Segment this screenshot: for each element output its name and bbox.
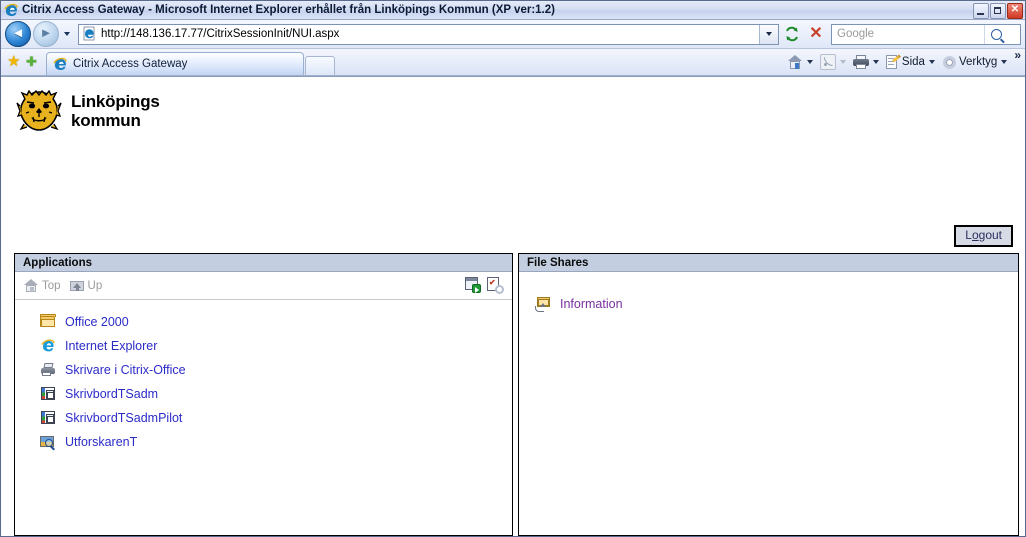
list-item[interactable]: Internet Explorer <box>15 334 512 358</box>
page-viewport: Linköpings kommun Logout Applications To… <box>1 76 1025 536</box>
window-title: Citrix Access Gateway - Microsoft Intern… <box>22 3 555 16</box>
list-item[interactable]: UtforskarenT <box>15 430 512 454</box>
explorer-icon <box>40 434 57 450</box>
application-label[interactable]: Internet Explorer <box>65 339 157 353</box>
logo-text: Linköpings kommun <box>71 92 160 130</box>
application-label[interactable]: SkrivbordTSadmPilot <box>65 411 182 425</box>
citrix-page: Linköpings kommun Logout Applications To… <box>1 77 1025 536</box>
logo-line-2: kommun <box>71 111 141 130</box>
maximize-button[interactable] <box>990 3 1006 19</box>
navigation-bar: ◄ ► http://148.136.17.77/CitrixSessionIn… <box>1 20 1025 271</box>
printer-icon <box>40 362 57 378</box>
logout-button[interactable]: Logout <box>954 225 1013 247</box>
refresh-icon <box>786 26 798 42</box>
home-button[interactable] <box>785 51 817 73</box>
history-dropdown-icon[interactable] <box>61 22 73 46</box>
add-to-favorites-icon[interactable]: ✚ <box>26 55 40 69</box>
lion-head-icon <box>16 89 62 132</box>
applications-actions: ✔ <box>465 277 504 294</box>
desktop-window-icon <box>40 386 57 402</box>
file-shares-list: Information <box>519 272 1018 535</box>
ie-page-icon <box>82 26 98 42</box>
search-input[interactable]: Google <box>832 28 984 40</box>
list-item[interactable]: Information <box>519 292 1018 316</box>
home-icon <box>787 54 803 70</box>
folder-up-grey-icon <box>69 279 85 293</box>
logout-label: Logout <box>965 228 1002 242</box>
search-provider-dropdown[interactable] <box>510 25 1020 271</box>
application-label[interactable]: UtforskarenT <box>65 435 137 449</box>
desktop-window-icon <box>40 410 57 426</box>
logout-row: Logout <box>2 225 1025 251</box>
refresh-button[interactable] <box>781 23 803 45</box>
search-box[interactable]: Google <box>510 23 1021 271</box>
rss-icon <box>819 54 836 70</box>
feeds-button[interactable] <box>818 51 850 73</box>
list-item[interactable]: SkrivbordTSadmPilot <box>15 406 512 430</box>
folder-icon <box>40 314 57 330</box>
address-bar[interactable]: http://148.136.17.77/CitrixSessionInit/N… <box>78 23 779 45</box>
address-dropdown-icon[interactable] <box>759 24 778 44</box>
page-menu-label: Sida <box>901 56 925 68</box>
tools-menu-label: Verktyg <box>958 56 998 68</box>
site-logo: Linköpings kommun <box>2 77 1025 131</box>
shared-folder-icon <box>535 296 552 312</box>
forward-button[interactable]: ► <box>33 21 59 47</box>
close-button[interactable]: ✕ <box>1007 3 1023 19</box>
page-icon <box>885 53 901 70</box>
file-share-label[interactable]: Information <box>560 297 623 311</box>
ie-icon <box>40 338 57 354</box>
gear-icon <box>942 55 957 70</box>
stop-button[interactable]: ✕ <box>805 23 827 45</box>
application-label[interactable]: SkrivbordTSadm <box>65 387 158 401</box>
toolbar-overflow-icon[interactable]: » <box>1014 49 1021 61</box>
new-tab-button[interactable] <box>305 56 335 75</box>
nav-up[interactable]: Up <box>69 279 103 293</box>
applications-list: Office 2000 Internet Explorer Skrivare i… <box>15 300 512 535</box>
reconnect-icon[interactable] <box>465 277 481 293</box>
file-shares-panel: File Shares Information <box>518 253 1019 536</box>
search-go-button[interactable] <box>984 24 1007 44</box>
ie-icon <box>53 57 68 72</box>
favorites-center-icon[interactable]: ★ <box>7 54 21 69</box>
list-item[interactable]: Office 2000 <box>15 310 512 334</box>
minimize-button[interactable] <box>973 3 989 19</box>
logo-line-1: Linköpings <box>71 92 160 111</box>
back-button[interactable]: ◄ <box>5 21 31 47</box>
favorites-bar: ★ ✚ <box>5 49 46 75</box>
file-shares-panel-header: File Shares <box>519 254 1018 272</box>
home-grey-icon <box>24 278 39 293</box>
applications-nav-row: Top Up ✔ <box>15 272 512 300</box>
list-item[interactable]: SkrivbordTSadm <box>15 382 512 406</box>
panels-container: Applications Top Up ✔ Office 2000 Intern… <box>14 253 1019 536</box>
page-menu-button[interactable]: Sida <box>884 51 939 73</box>
tools-menu-button[interactable]: Verktyg <box>940 51 1011 73</box>
search-icon <box>990 28 1002 40</box>
preferences-icon[interactable]: ✔ <box>487 277 504 294</box>
title-bar: Citrix Access Gateway - Microsoft Intern… <box>1 1 1025 20</box>
nav-top-label: Top <box>42 279 61 292</box>
browser-window: Citrix Access Gateway - Microsoft Intern… <box>0 0 1026 537</box>
ie-icon <box>4 3 19 18</box>
tab-label: Citrix Access Gateway <box>73 58 188 70</box>
command-toolbar: Sida Verktyg » <box>785 49 1021 75</box>
print-button[interactable] <box>851 51 883 73</box>
window-controls: ✕ <box>973 3 1023 19</box>
application-label[interactable]: Office 2000 <box>65 315 129 329</box>
nav-up-label: Up <box>87 279 103 292</box>
nav-top[interactable]: Top <box>24 278 61 293</box>
application-label[interactable]: Skrivare i Citrix-Office <box>65 363 186 377</box>
tab-citrix-access-gateway[interactable]: Citrix Access Gateway <box>46 52 304 75</box>
applications-panel: Applications Top Up ✔ Office 2000 Intern… <box>14 253 513 536</box>
tab-bar: ★ ✚ Citrix Access Gateway Sida Verktyg » <box>1 49 1025 76</box>
printer-icon <box>852 55 869 69</box>
applications-panel-header: Applications <box>15 254 512 272</box>
address-text[interactable]: http://148.136.17.77/CitrixSessionInit/N… <box>101 28 339 40</box>
list-item[interactable]: Skrivare i Citrix-Office <box>15 358 512 382</box>
